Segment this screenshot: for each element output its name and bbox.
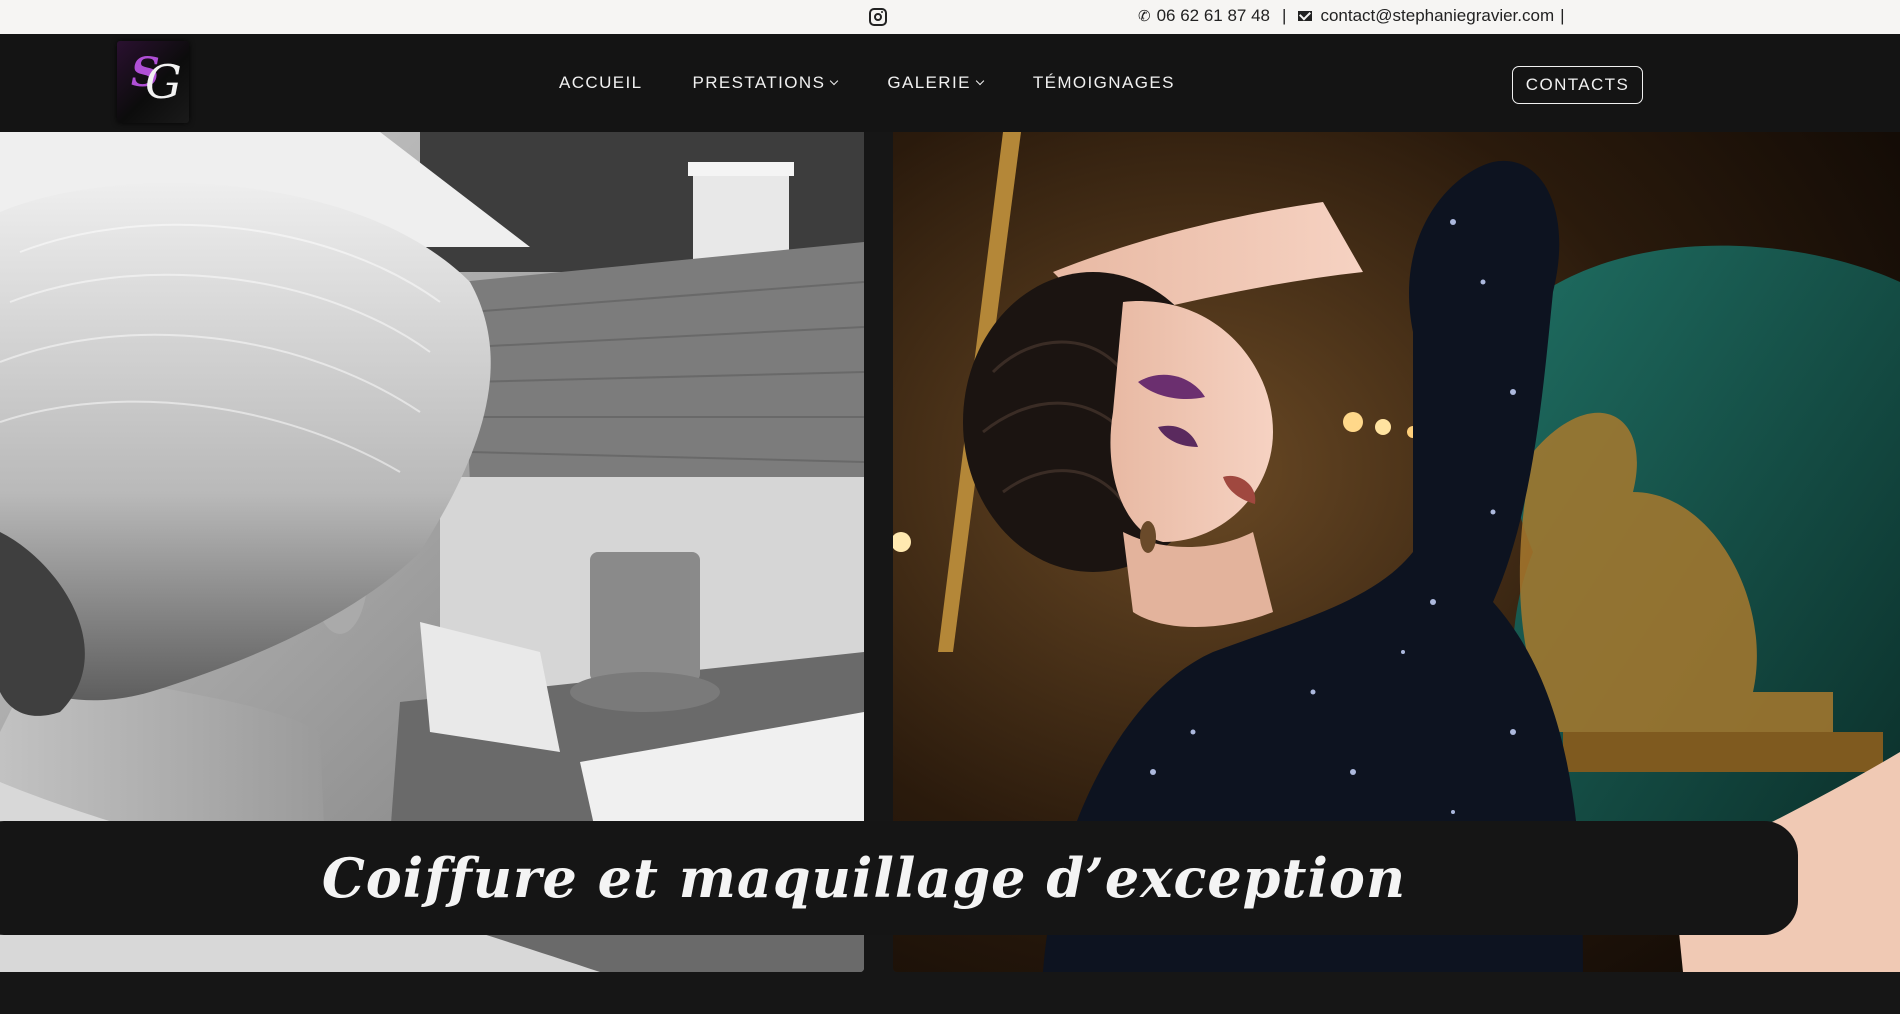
nav-item-label: ACCUEIL <box>559 73 643 92</box>
trailing-separator: | <box>1560 6 1565 25</box>
email-link[interactable]: contact@stephaniegravier.com <box>1320 6 1554 26</box>
main-navbar: S G ACCUEIL PRESTATIONS GALERIE TÉMOIGNA… <box>0 34 1900 132</box>
site-logo[interactable]: S G <box>117 41 189 123</box>
nav-item-temoignages[interactable]: TÉMOIGNAGES <box>1033 73 1175 93</box>
nav-item-galerie[interactable]: GALERIE <box>887 73 985 93</box>
nav-item-label: PRESTATIONS <box>692 73 826 92</box>
nav-item-label: TÉMOIGNAGES <box>1032 73 1175 92</box>
contacts-button[interactable]: CONTACTS <box>1512 66 1643 104</box>
mail-icon <box>1298 11 1313 21</box>
chevron-down-icon <box>830 76 839 86</box>
hero-caption: Coiffure et maquillage d’exception <box>321 846 1407 910</box>
contact-line: ✆ 06 62 61 87 48 | contact@stephaniegrav… <box>1138 6 1565 26</box>
nav-item-accueil[interactable]: ACCUEIL <box>559 73 643 93</box>
hero-caption-band: Coiffure et maquillage d’exception <box>0 821 1798 935</box>
nav-item-prestations[interactable]: PRESTATIONS <box>692 73 839 93</box>
logo-letter-g: G <box>145 55 182 109</box>
phone-number[interactable]: 06 62 61 87 48 <box>1157 6 1270 26</box>
separator: | <box>1282 6 1287 25</box>
instagram-icon[interactable] <box>869 8 887 26</box>
nav-item-label: GALERIE <box>887 73 971 92</box>
phone-icon: ✆ <box>1138 8 1151 25</box>
chevron-down-icon <box>975 76 985 86</box>
top-info-bar: ✆ 06 62 61 87 48 | contact@stephaniegrav… <box>0 0 1900 34</box>
nav-links: ACCUEIL PRESTATIONS GALERIE TÉMOIGNAGES <box>559 34 1225 132</box>
hero-section: Coiffure et maquillage d’exception <box>0 132 1900 1014</box>
